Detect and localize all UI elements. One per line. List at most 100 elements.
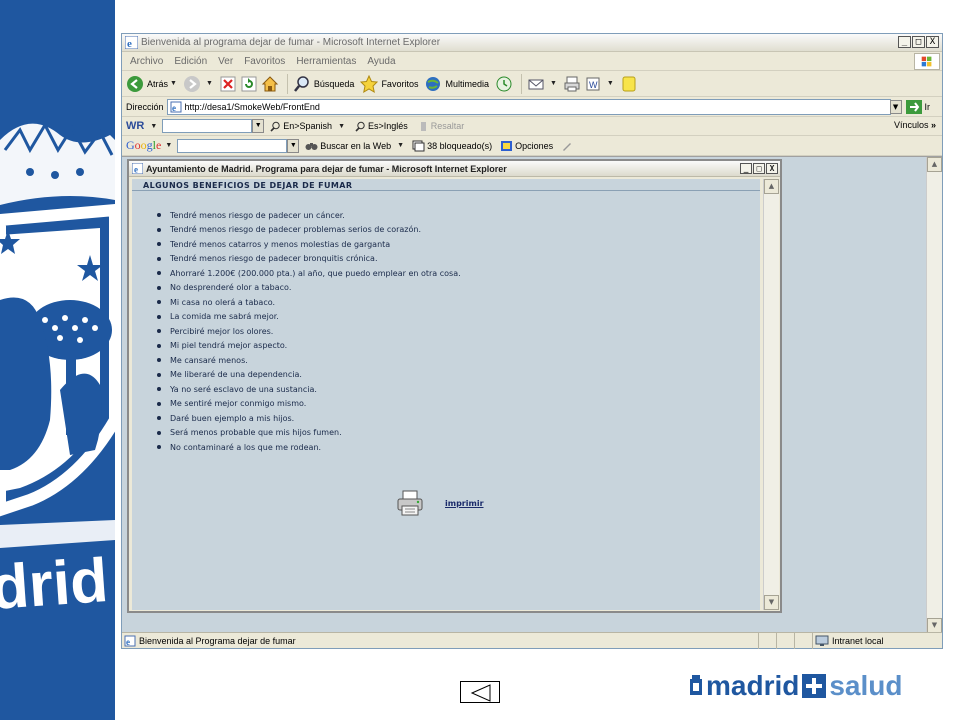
binoculars-icon [305,142,318,150]
blocked-count-label: 38 bloqueado(s) [427,140,493,151]
search-web-label: Buscar en la Web [320,140,392,151]
minimize-button[interactable]: _ [898,36,911,48]
print-link[interactable]: imprimir [445,499,484,508]
pencil-icon[interactable] [561,140,573,152]
options-button[interactable]: Opciones [500,140,553,152]
en-spanish-label: En>Spanish [283,121,333,131]
mail-dropdown-icon[interactable]: ▼ [550,80,557,87]
scroll-down-icon[interactable]: ▼ [927,618,942,633]
magnifier-icon [355,121,365,132]
links-button[interactable]: Vínculos » [894,120,936,130]
stop-icon[interactable] [219,75,237,93]
menu-herramientas[interactable]: Herramientas [296,56,356,67]
scroll-up-icon[interactable]: ▲ [927,157,942,172]
menu-favoritos[interactable]: Favoritos [244,56,285,67]
multimedia-button[interactable]: Multimedia [424,75,489,93]
search-web-dropdown-icon[interactable]: ▼ [397,142,404,149]
print-icon[interactable] [563,75,581,93]
mail-button[interactable]: ▼ [527,75,557,93]
highlighter-icon [420,121,426,131]
list-item: Tendré menos riesgo de padecer bronquiti… [157,252,461,267]
list-item: Ya no seré esclavo de una sustancia. [157,382,461,397]
toolbar-separator [286,73,288,94]
highlight-button[interactable]: Resaltar [418,121,464,132]
menu-ver[interactable]: Ver [218,56,233,67]
popup-scrollbar[interactable]: ▲ ▼ [763,179,779,610]
address-dropdown-icon[interactable]: ▼ [889,99,902,114]
home-icon[interactable] [261,75,279,93]
refresh-icon[interactable] [240,75,258,93]
back-button[interactable]: Atrás ▼ [126,75,177,93]
menu-archivo[interactable]: Archivo [130,56,163,67]
ie-icon: e [125,36,138,49]
svg-text:W: W [589,80,598,90]
list-item: Me sentiré mejor conmigo mismo. [157,397,461,412]
page-icon: e [170,101,182,113]
edit-button[interactable]: W ▼ [584,75,614,93]
scroll-up-icon[interactable]: ▲ [764,179,779,194]
madrid-crest-image: drid [0,0,115,720]
media-globe-icon [426,76,441,91]
windows-logo-icon [914,53,940,70]
google-dropdown-icon[interactable]: ▼ [165,142,172,149]
search-web-button[interactable]: Buscar en la Web ▼ [305,140,404,152]
translation-toolbar: WR ▼ ▼ En>Spanish ▼ Es>Inglés Resaltar V… [122,117,942,136]
scroll-down-icon[interactable]: ▼ [764,595,779,610]
ie-icon: e [132,163,143,174]
forward-dropdown-icon[interactable]: ▼ [206,80,213,87]
back-dropdown-icon[interactable]: ▼ [170,80,177,87]
favorites-label: Favoritos [381,78,419,89]
messenger-icon[interactable] [620,75,638,93]
page-scrollbar[interactable]: ▲ ▼ [926,157,942,633]
edit-dropdown-icon[interactable]: ▼ [607,80,614,87]
es-ingles-label: Es>Inglés [368,121,408,131]
wr-input-dropdown-icon[interactable]: ▼ [252,119,265,133]
multimedia-label: Multimedia [445,78,489,89]
printer-icon[interactable] [396,489,424,517]
options-label: Opciones [515,140,554,151]
title-bar: e Bienvenida al programa dejar de fumar … [122,34,942,52]
browser-window: e Bienvenida al programa dejar de fumar … [121,33,943,649]
history-icon[interactable] [495,75,513,93]
search-button[interactable]: Búsqueda [293,75,354,93]
presentation-slide: drid e Bienvenida al programa dejar de f… [0,0,960,720]
list-item: Me liberaré de una dependencia. [157,368,461,383]
popup-maximize-button[interactable]: □ [753,163,765,174]
address-input[interactable]: e http://desa1/SmokeWeb/FrontEnd [166,98,891,115]
slide-back-button[interactable] [460,681,500,703]
list-item: La comida me sabrá mejor. [157,310,461,325]
list-item: Tendré menos riesgo de padecer problemas… [157,223,461,238]
favorites-button[interactable]: Favoritos [360,74,419,93]
popup-title-bar: e Ayuntamiento de Madrid. Programa para … [129,161,780,177]
google-toolbar: Google ▼ ▼ Buscar en la Web ▼ 38 bloquea… [122,136,942,156]
status-message: e Bienvenida al Programa dejar de fumar [124,635,296,647]
maximize-button[interactable]: □ [912,36,925,48]
madrid-side-text: drid [0,546,110,623]
standard-toolbar: Atrás ▼ ▼ Búsqueda Favoritos Multimedia … [122,71,942,97]
menu-edicion[interactable]: Edición [174,56,207,67]
svg-text:e: e [126,637,130,647]
google-input-dropdown-icon[interactable]: ▼ [287,138,300,153]
popup-minimize-button[interactable]: _ [740,163,752,174]
google-logo: Google [126,138,162,152]
status-text: Bienvenida al Programa dejar de fumar [139,635,296,646]
wr-logo: WR [126,120,145,132]
es-ingles-button[interactable]: Es>Inglés [355,121,408,132]
popup-close-button[interactable]: X [766,163,778,174]
wr-search-input[interactable] [162,119,253,133]
zone-label: Intranet local [832,636,884,646]
links-label: Vínculos [893,120,929,130]
close-button[interactable]: X [926,36,939,48]
en-spanish-dropdown-icon[interactable]: ▼ [338,123,345,130]
en-spanish-button[interactable]: En>Spanish ▼ [270,121,345,132]
wr-dropdown-icon[interactable]: ▼ [150,123,157,130]
google-search-input[interactable] [177,138,288,153]
forward-button[interactable]: ▼ [183,75,213,93]
popup-blocker-button[interactable]: 38 bloqueado(s) [412,140,492,152]
go-button[interactable]: Ir [905,99,930,114]
svg-text:e: e [172,103,176,113]
menu-ayuda[interactable]: Ayuda [367,56,395,67]
benefits-list: Tendré menos riesgo de padecer un cáncer… [157,208,461,455]
window-title: Bienvenida al programa dejar de fumar - … [141,37,441,48]
madrid-crest-panel: drid [0,0,115,720]
